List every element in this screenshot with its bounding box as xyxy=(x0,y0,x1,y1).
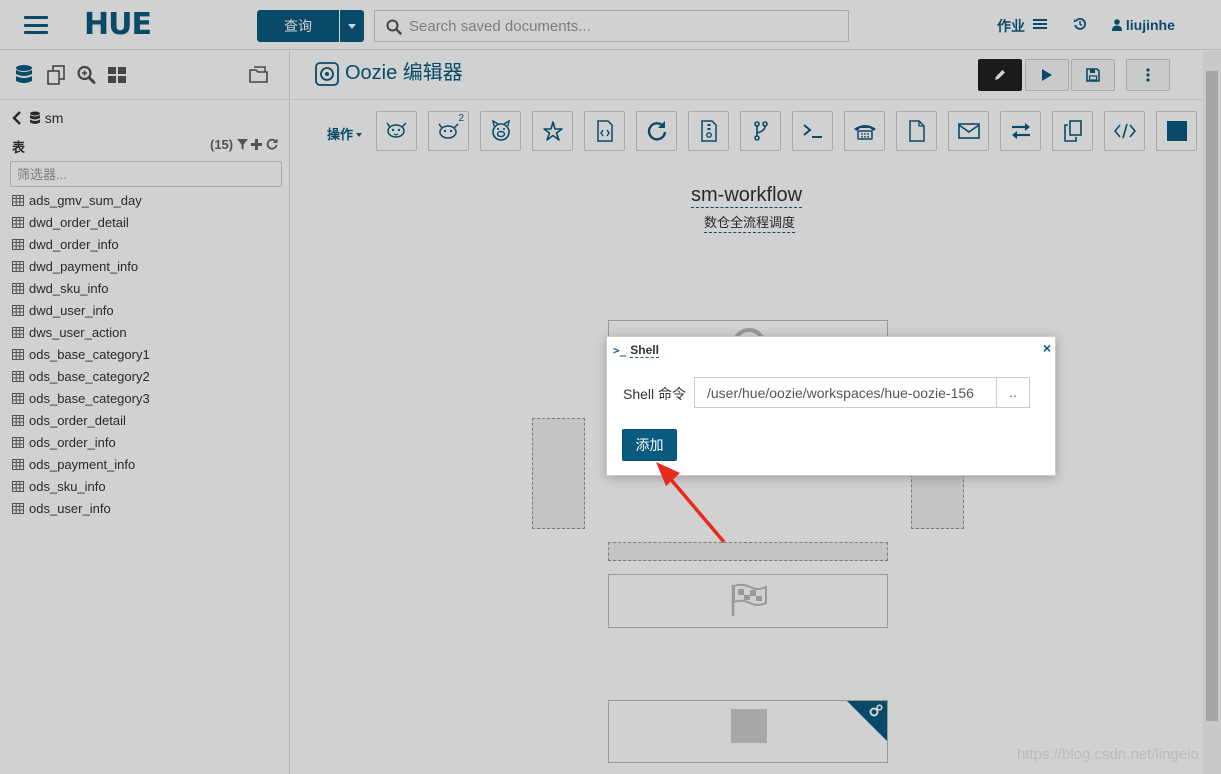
shell-command-label: Shell 命令 xyxy=(623,386,687,402)
popover-title: >_ Shell xyxy=(613,343,659,358)
popover-title-text[interactable]: Shell xyxy=(630,343,659,358)
watermark: https://blog.csdn.net/lingeio xyxy=(1017,746,1199,763)
shell-command-input[interactable] xyxy=(694,377,996,408)
close-icon[interactable]: × xyxy=(1043,341,1051,355)
terminal-icon: >_ xyxy=(613,344,627,357)
browse-button[interactable]: .. xyxy=(996,377,1030,408)
add-button[interactable]: 添加 xyxy=(622,429,677,461)
shell-action-popover: >_Shell × Shell 命令 .. 添加 xyxy=(606,336,1056,476)
